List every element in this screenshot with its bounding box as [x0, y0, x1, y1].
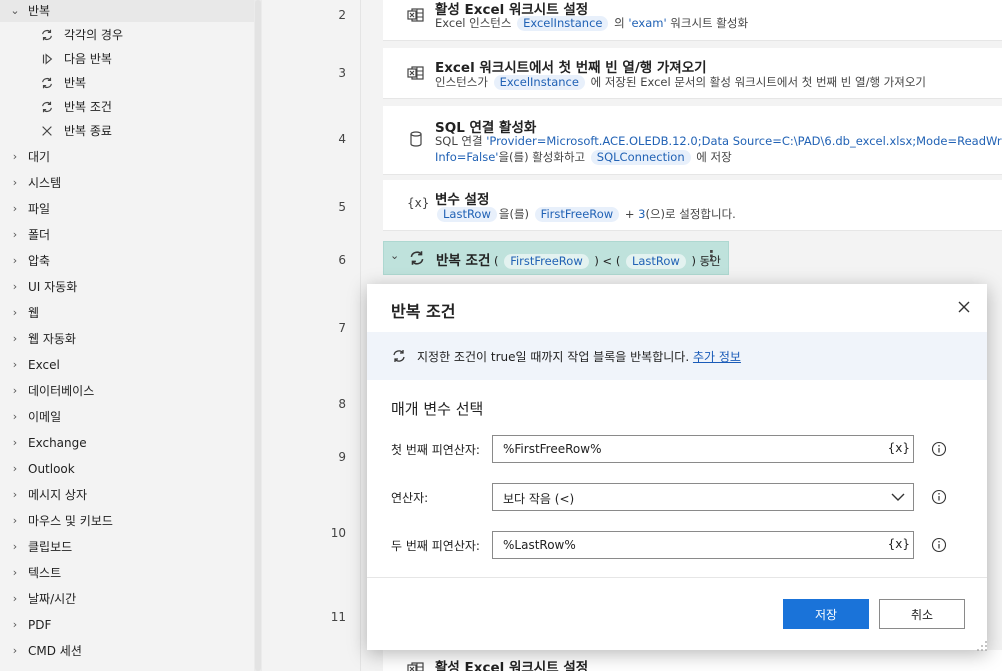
dialog-divider: [367, 577, 987, 578]
second-operand-row: 두 번째 피연산자: %LastRow% {x}: [391, 531, 971, 559]
variable-picker-icon[interactable]: {x}: [888, 537, 910, 551]
resize-grip-icon[interactable]: [976, 640, 988, 652]
modal-overlay: 반복 조건 지정한 조건이 true일 때까지 작업 블록을 반복합니다. 추가…: [0, 0, 1002, 671]
info-icon[interactable]: [931, 537, 947, 553]
first-operand-input[interactable]: %FirstFreeRow% {x}: [492, 435, 914, 463]
field-label: 연산자:: [391, 491, 429, 505]
operator-row: 연산자: 보다 작음 (<): [391, 483, 971, 511]
field-label: 첫 번째 피연산자:: [391, 443, 480, 457]
more-info-link[interactable]: 추가 정보: [693, 350, 741, 364]
info-bar: 지정한 조건이 true일 때까지 작업 블록을 반복합니다. 추가 정보: [367, 332, 987, 380]
dialog-title: 반복 조건: [391, 302, 456, 321]
loop-icon: [393, 350, 405, 362]
cancel-button[interactable]: 취소: [879, 599, 965, 629]
variable-picker-icon[interactable]: {x}: [888, 441, 910, 455]
field-value: %LastRow%: [503, 538, 576, 552]
first-operand-row: 첫 번째 피연산자: %FirstFreeRow% {x}: [391, 435, 971, 463]
loop-condition-dialog: 반복 조건 지정한 조건이 true일 때까지 작업 블록을 반복합니다. 추가…: [367, 284, 987, 650]
info-icon[interactable]: [931, 441, 947, 457]
operator-dropdown[interactable]: 보다 작음 (<): [492, 483, 914, 511]
section-heading: 매개 변수 선택: [391, 400, 484, 418]
info-icon[interactable]: [931, 489, 947, 505]
save-button[interactable]: 저장: [783, 599, 869, 629]
field-value: %FirstFreeRow%: [503, 442, 602, 456]
field-value: 보다 작음 (<): [503, 492, 575, 506]
close-icon[interactable]: [955, 298, 973, 316]
info-text: 지정한 조건이 true일 때까지 작업 블록을 반복합니다. 추가 정보: [417, 350, 741, 364]
chevron-down-icon[interactable]: [891, 491, 905, 503]
field-label: 두 번째 피연산자:: [391, 539, 480, 553]
second-operand-input[interactable]: %LastRow% {x}: [492, 531, 914, 559]
